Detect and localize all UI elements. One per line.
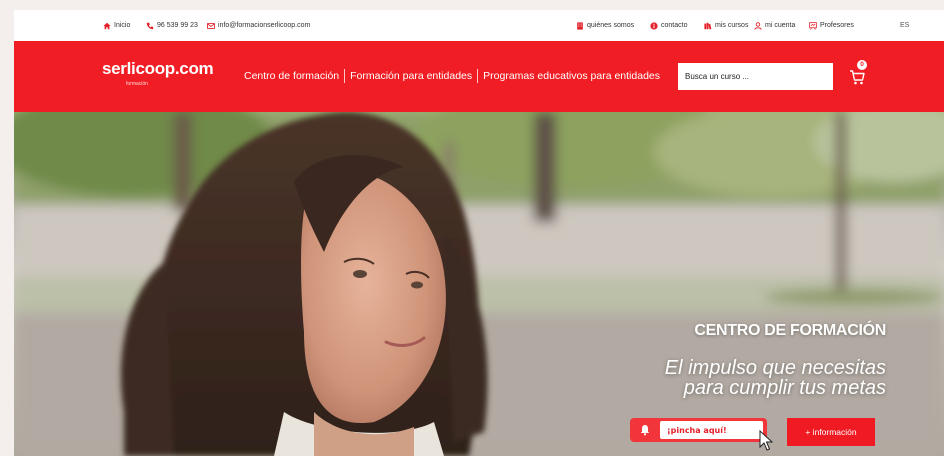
pincha-aqui-label: ¡pincha aquí! bbox=[660, 421, 763, 439]
cursor-icon bbox=[759, 430, 774, 451]
language-selector[interactable]: ES bbox=[900, 10, 909, 41]
building-icon bbox=[577, 21, 583, 30]
nav-centro-formacion[interactable]: Centro de formación bbox=[239, 70, 344, 82]
mi-cuenta-link[interactable]: mi cuenta bbox=[754, 10, 795, 41]
phone-link[interactable]: 96 539 99 23 bbox=[146, 10, 198, 41]
teacher-icon bbox=[809, 21, 817, 30]
mi-cuenta-label: mi cuenta bbox=[765, 22, 796, 29]
email-link[interactable]: info@formacionserlicoop.com bbox=[207, 10, 310, 41]
page-frame: Inicio 96 539 99 23 info@formacionserlic… bbox=[14, 10, 944, 456]
phone-number: 96 539 99 23 bbox=[157, 22, 198, 29]
nav-formacion-entidades[interactable]: Formación para entidades bbox=[345, 70, 477, 82]
profesores-link[interactable]: Profesores bbox=[809, 10, 854, 41]
hero-background-photo bbox=[14, 112, 944, 456]
home-link-label: Inicio bbox=[114, 22, 131, 29]
site-logo[interactable]: serlicoop.com bbox=[102, 59, 214, 79]
phone-icon bbox=[146, 22, 154, 29]
quienes-somos-label: quiénes somos bbox=[587, 22, 635, 29]
main-navbar: serlicoop.com formación Centro de formac… bbox=[14, 41, 944, 112]
mas-informacion-button[interactable]: + información bbox=[787, 418, 875, 446]
logo-subtitle: formación bbox=[126, 81, 148, 87]
hero-subtitle-line2: para cumplir tus metas bbox=[683, 377, 886, 399]
primary-nav: Centro de formación Formación para entid… bbox=[239, 69, 665, 83]
hero-subtitle: El impulso que necesitas para cumplir tu… bbox=[665, 358, 886, 398]
course-search-input[interactable] bbox=[678, 63, 833, 90]
home-link[interactable]: Inicio bbox=[103, 10, 130, 41]
email-icon bbox=[207, 22, 215, 29]
pincha-aqui-button[interactable]: ¡pincha aquí! bbox=[630, 418, 767, 442]
contacto-link[interactable]: contacto bbox=[650, 10, 687, 41]
top-utility-bar: Inicio 96 539 99 23 info@formacionserlic… bbox=[14, 10, 944, 41]
hero-subtitle-line1: El impulso que necesitas bbox=[664, 357, 886, 379]
cart-icon[interactable] bbox=[848, 68, 866, 86]
profesores-label: Profesores bbox=[820, 22, 854, 29]
bell-icon bbox=[630, 418, 660, 442]
info-icon bbox=[650, 21, 658, 30]
books-icon bbox=[704, 22, 712, 29]
mis-cursos-label: mis cursos bbox=[715, 22, 749, 29]
mis-cursos-link[interactable]: mis cursos bbox=[704, 10, 748, 41]
quienes-somos-link[interactable]: quiénes somos bbox=[576, 10, 634, 41]
home-icon bbox=[103, 22, 111, 29]
cart-count-badge: 0 bbox=[857, 60, 867, 70]
user-icon bbox=[754, 21, 762, 30]
hero-title: CENTRO DE FORMACIÓN bbox=[694, 322, 886, 339]
hero-banner: CENTRO DE FORMACIÓN El impulso que neces… bbox=[14, 112, 944, 456]
email-address: info@formacionserlicoop.com bbox=[218, 22, 311, 29]
contacto-label: contacto bbox=[661, 22, 688, 29]
nav-programas-educativos[interactable]: Programas educativos para entidades bbox=[478, 70, 665, 82]
